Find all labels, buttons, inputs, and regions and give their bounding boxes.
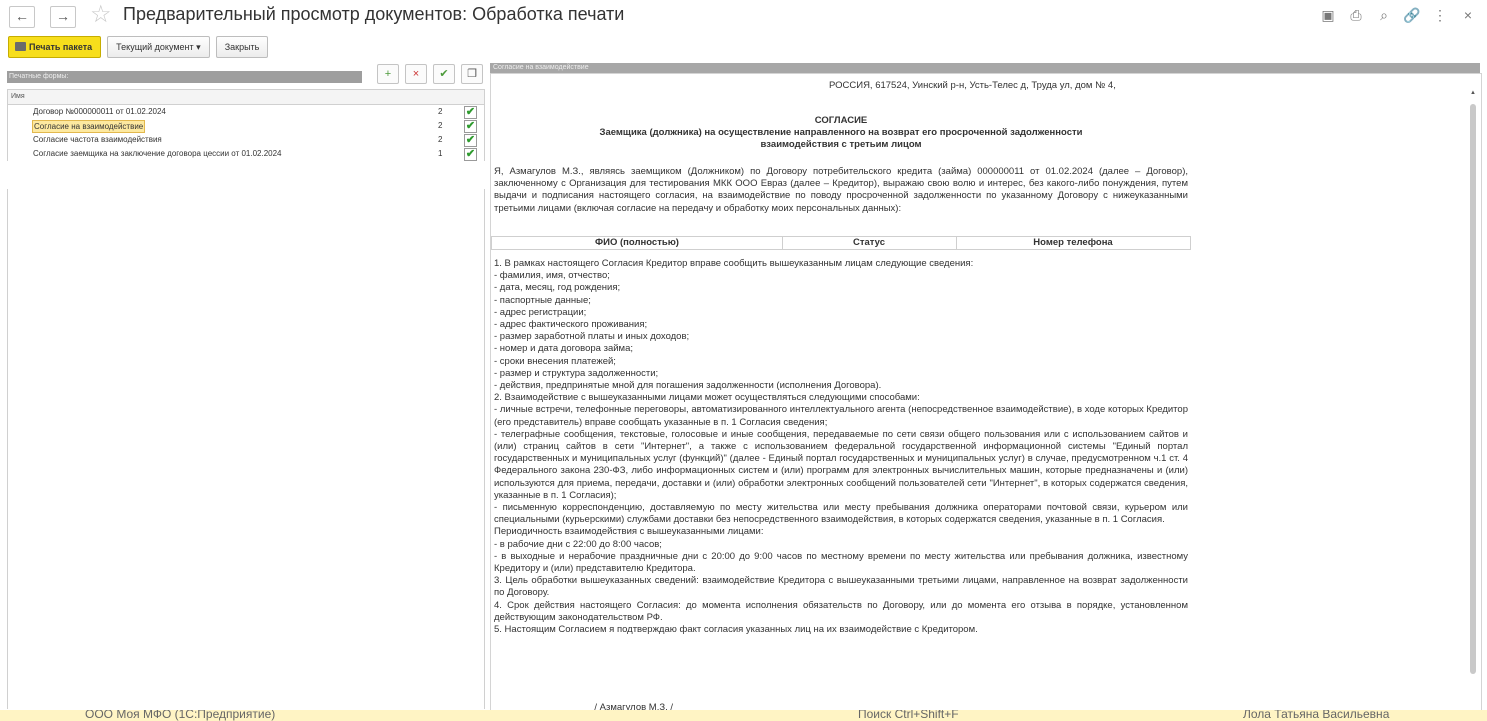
document-address: РОССИЯ, 617524, Уинский р-н, Усть-Телес … (829, 80, 1116, 91)
document-line: - личные встречи, телефонные переговоры,… (494, 404, 1188, 428)
column-header-name: Имя (8, 90, 484, 105)
row-count[interactable]: 2 (438, 133, 442, 147)
current-document-dropdown[interactable]: Текущий документ ▾ (107, 36, 210, 58)
printer-icon (15, 42, 26, 51)
document-line: - в рабочие дни с 22:00 до 8:00 часов; (494, 538, 662, 550)
copy-icon[interactable]: ❐ (461, 64, 483, 84)
document-line: - фамилия, имя, отчество; (494, 270, 610, 282)
taskbar-app-title: ООО Моя МФО (1С:Предприятие) (85, 710, 276, 721)
document-body: 1. В рамках настоящего Согласия Кредитор… (494, 258, 1188, 636)
row-name: Согласие заемщика на заключение договора… (33, 149, 282, 158)
row-count[interactable]: 2 (438, 119, 442, 133)
scrollbar-thumb[interactable] (1470, 104, 1476, 674)
print-forms-actions: + × ✔ ❐ (377, 64, 483, 84)
document-line: - дата, месяц, год рождения; (494, 282, 621, 294)
row-checkbox[interactable]: ✔ (464, 148, 477, 161)
document-line: - телеграфные сообщения, текстовые, голо… (494, 428, 1188, 501)
column-header-status: Статус (782, 237, 957, 249)
app-taskbar: ООО Моя МФО (1С:Предприятие) Поиск Ctrl+… (0, 710, 1487, 721)
document-line: - письменную корреспонденцию, доставляем… (494, 502, 1188, 526)
arrow-left-icon: ← (15, 8, 29, 24)
document-subtitle: взаимодействия с третьим лицом (760, 139, 922, 150)
arrow-right-icon: → (56, 8, 70, 24)
document-line: 5. Настоящим Согласием я подтверждаю фак… (494, 624, 978, 636)
chevron-down-icon: ▾ (196, 42, 201, 52)
back-button[interactable]: ← (9, 6, 35, 28)
link-icon[interactable]: 🔗 (1403, 6, 1421, 24)
document-line: - адрес фактического проживания; (494, 319, 648, 331)
row-count[interactable]: 1 (438, 147, 442, 161)
document-line: - в выходные и нерабочие праздничные дни… (494, 550, 1188, 575)
header-actions: ▣ ⎙ ⌕ 🔗 ⋮ × (1319, 6, 1477, 24)
document-line: - номер и дата договора займа; (494, 343, 633, 355)
taskbar-user[interactable]: Лола Татьяна Васильевна (1243, 710, 1389, 721)
row-name: Договор №000000011 от 01.02.2024 (33, 107, 166, 116)
column-header-phone: Номер телефона (1033, 237, 1113, 248)
preview-icon[interactable]: ⌕ (1375, 6, 1393, 24)
column-header-fio: ФИО (полностью) (492, 237, 783, 249)
table-row[interactable]: Согласие заемщика на заключение договора… (8, 147, 484, 161)
document-line: - сроки внесения платежей; (494, 355, 616, 367)
scroll-up-icon[interactable]: ▲ (1469, 90, 1477, 96)
save-icon[interactable]: ▣ (1319, 6, 1337, 24)
document-line: - адрес регистрации; (494, 306, 587, 318)
forward-button[interactable]: → (50, 6, 76, 28)
check-all-icon[interactable]: ✔ (433, 64, 455, 84)
document-line: - размер и структура задолженности; (494, 367, 659, 379)
add-doc-icon[interactable]: + (377, 64, 399, 84)
document-line: - размер заработной платы и иных доходов… (494, 331, 690, 343)
row-name: Согласие частота взаимодействия (33, 135, 162, 144)
table-row[interactable]: Согласие частота взаимодействия 2 ✔ (8, 133, 484, 147)
table-row-selected[interactable]: Согласие на взаимодействие 2 ✔ (8, 119, 484, 133)
close-button[interactable]: Закрыть (215, 36, 269, 58)
print-forms-panel: Печатные формы: + × ✔ ❐ Имя Договор №000… (7, 64, 485, 709)
document-preview[interactable]: РОССИЯ, 617524, Уинский р-н, Усть-Телес … (490, 73, 1482, 715)
row-name: Согласие на взаимодействие (32, 120, 146, 133)
window-header: ← → ☆ Предварительный просмотр документо… (0, 0, 1487, 32)
row-count[interactable]: 2 (438, 105, 442, 119)
row-checkbox[interactable]: ✔ (464, 134, 477, 147)
favorite-star-icon[interactable]: ☆ (90, 2, 112, 28)
row-checkbox[interactable]: ✔ (464, 120, 477, 133)
document-line: - паспортные данные; (494, 294, 591, 306)
print-icon[interactable]: ⎙ (1347, 6, 1365, 24)
document-line: 4. Срок действия настоящего Согласия: до… (494, 599, 1188, 623)
document-line: 2. Взаимодействие с вышеуказанными лицам… (494, 392, 920, 404)
page-title: Предварительный просмотр документов: Обр… (123, 4, 625, 24)
document-intro: Я, Азмагулов М.З., являясь заемщиком (До… (494, 166, 1188, 214)
close-icon[interactable]: × (1459, 6, 1477, 24)
document-line: Периодичность взаимодействия с вышеуказа… (494, 526, 764, 538)
third-parties-table: ФИО (полностью) Статус Номер телефона (491, 236, 1191, 250)
document-line: - действия, предпринятые мной для погаше… (494, 380, 882, 392)
document-line: 1. В рамках настоящего Согласия Кредитор… (494, 258, 974, 269)
print-forms-header: Печатные формы: (7, 71, 362, 83)
table-row[interactable]: Договор №000000011 от 01.02.2024 2 ✔ (8, 105, 484, 119)
more-icon[interactable]: ⋮ (1431, 6, 1449, 24)
document-title: СОГЛАСИЕ (814, 115, 868, 126)
delete-doc-icon[interactable]: × (405, 64, 427, 84)
print-forms-table: Имя Договор №000000011 от 01.02.2024 2 ✔… (7, 89, 485, 161)
row-checkbox[interactable]: ✔ (464, 106, 477, 119)
print-package-button[interactable]: Печать пакета (8, 36, 102, 58)
document-line: 3. Цель обработки вышеуказанных сведений… (494, 575, 1188, 599)
document-subtitle: Заемщика (должника) на осуществление нап… (599, 127, 1083, 138)
vertical-scrollbar[interactable]: ▲ (1469, 90, 1477, 690)
taskbar-search[interactable]: Поиск Ctrl+Shift+F (858, 710, 959, 721)
document-panel-header: Согласие на взаимодействие (490, 63, 1480, 73)
toolbar: Печать пакета Текущий документ ▾ Закрыть (8, 36, 269, 58)
table-empty-area (7, 189, 485, 709)
